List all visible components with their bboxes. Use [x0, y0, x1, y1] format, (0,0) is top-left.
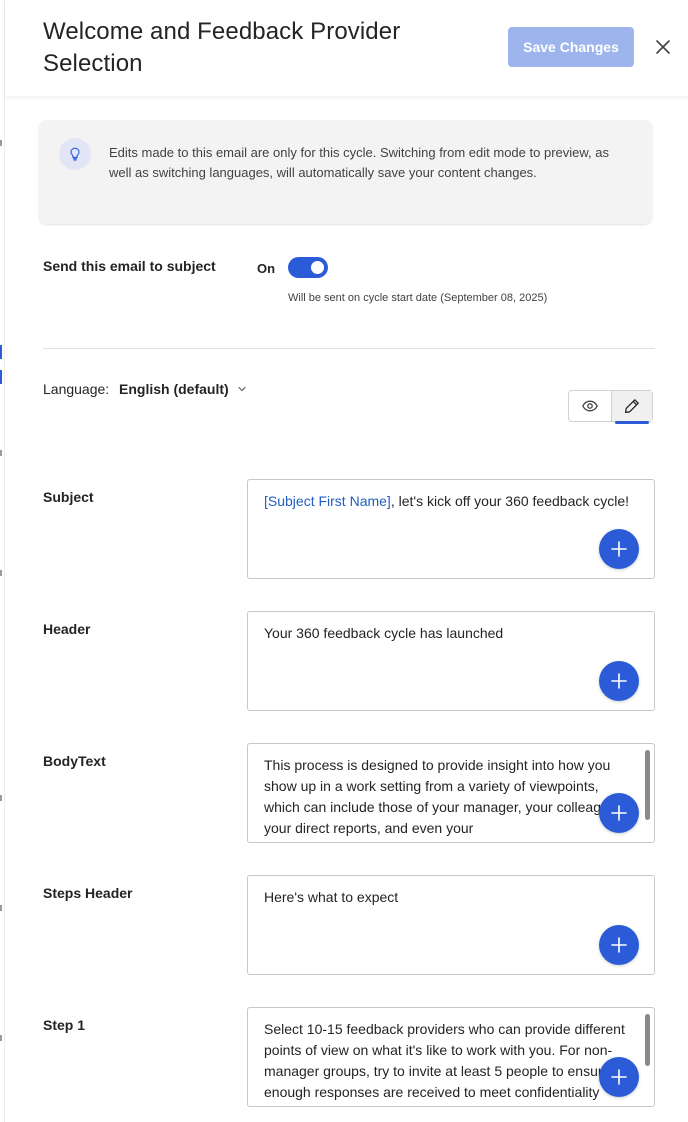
edge-mark — [0, 905, 2, 911]
close-icon — [656, 40, 670, 54]
subject-text-rest: , let's kick off your 360 feedback cycle… — [390, 493, 630, 509]
view-mode-switch — [568, 390, 653, 424]
header-text: Your 360 feedback cycle has launched — [264, 625, 504, 641]
bodytext-field[interactable]: This process is designed to provide insi… — [247, 743, 655, 843]
edge-mark — [0, 345, 2, 359]
eye-icon — [581, 400, 598, 412]
insert-token-button[interactable] — [599, 1057, 639, 1097]
preview-mode-button[interactable] — [569, 391, 611, 421]
bodytext-text: This process is designed to provide insi… — [264, 757, 628, 836]
bodytext-label: BodyText — [43, 753, 106, 769]
header-label: Header — [43, 621, 91, 637]
save-changes-button[interactable]: Save Changes — [508, 27, 634, 67]
step-1-text: Select 10-15 feedback providers who can … — [264, 1021, 625, 1106]
chevron-down-icon — [238, 386, 246, 392]
steps-header-field[interactable]: Here's what to expect — [247, 875, 655, 975]
send-date-note: Will be sent on cycle start date (Septem… — [288, 292, 548, 304]
plus-icon — [611, 937, 627, 953]
selected-indicator — [614, 421, 649, 424]
section-divider — [43, 348, 655, 349]
toggle-state-label: On — [257, 261, 276, 276]
edge-mark — [0, 140, 2, 146]
info-notice: Edits made to this email are only for th… — [39, 120, 652, 224]
plus-icon — [611, 541, 627, 557]
edge-mark — [0, 370, 2, 384]
close-button[interactable] — [651, 35, 675, 59]
subject-text: [Subject First Name], let's kick off you… — [264, 491, 634, 512]
insert-token-button[interactable] — [599, 793, 639, 833]
edge-mark — [0, 795, 2, 801]
lightbulb-icon — [59, 138, 91, 170]
field-scrollbar[interactable] — [645, 750, 650, 820]
plus-icon — [611, 805, 627, 821]
subject-first-name-token[interactable]: [Subject First Name] — [264, 493, 391, 509]
edge-mark — [0, 570, 2, 576]
plus-icon — [611, 1069, 627, 1085]
email-editor-panel: Welcome and Feedback Provider Selection … — [4, 0, 688, 1122]
insert-token-button[interactable] — [599, 529, 639, 569]
language-label: Language: — [43, 381, 110, 397]
insert-token-button[interactable] — [599, 661, 639, 701]
language-value: English (default) — [119, 381, 229, 397]
toggle-knob — [311, 261, 324, 274]
subject-label: Subject — [43, 489, 94, 505]
header-field[interactable]: Your 360 feedback cycle has launched — [247, 611, 655, 711]
language-dropdown[interactable]: English (default) — [119, 381, 247, 397]
insert-token-button[interactable] — [599, 925, 639, 965]
panel-title: Welcome and Feedback Provider Selection — [43, 18, 401, 77]
edge-mark — [0, 450, 2, 456]
send-email-toggle[interactable] — [288, 257, 328, 278]
steps-header-label: Steps Header — [43, 885, 133, 901]
step-1-field[interactable]: Select 10-15 feedback providers who can … — [247, 1007, 655, 1107]
notice-text: Edits made to this email are only for th… — [109, 145, 609, 180]
edge-mark — [0, 1035, 2, 1041]
plus-icon — [611, 673, 627, 689]
send-email-label: Send this email to subject — [43, 258, 216, 274]
panel-header: Welcome and Feedback Provider Selection … — [5, 0, 688, 96]
edit-mode-button[interactable] — [610, 391, 652, 424]
pencil-icon — [624, 399, 639, 414]
steps-header-text: Here's what to expect — [264, 889, 399, 905]
field-scrollbar[interactable] — [645, 1014, 650, 1066]
subject-field[interactable]: [Subject First Name], let's kick off you… — [247, 479, 655, 579]
step-1-label: Step 1 — [43, 1017, 86, 1033]
